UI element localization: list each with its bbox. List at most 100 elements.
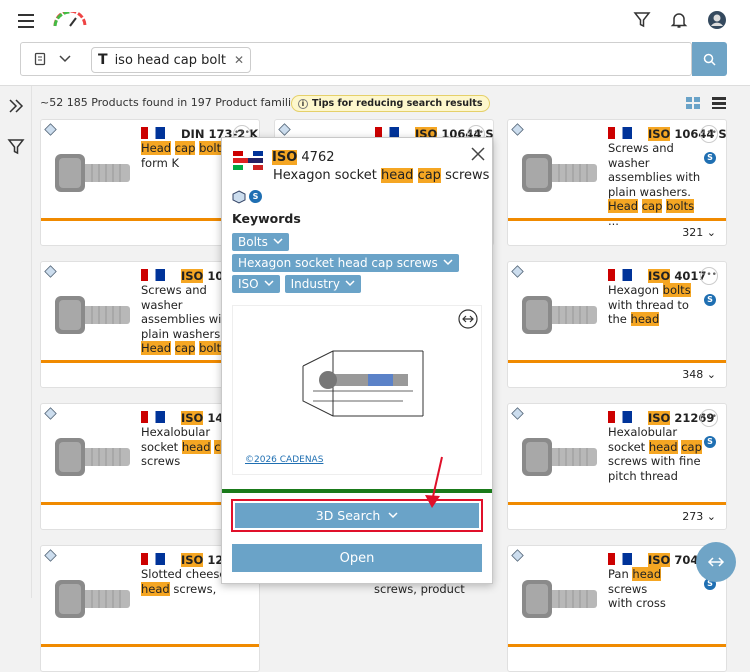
standard-label: ISO <box>181 553 204 567</box>
close-icon[interactable]: ✕ <box>234 53 244 67</box>
standard-label: ISO <box>181 269 204 283</box>
card-line: Hexagon bolts <box>608 283 703 298</box>
product-card[interactable]: ISO 7045 HPan head screwswith cross•••S <box>507 545 727 672</box>
left-sidebar <box>0 86 32 598</box>
card-text: assemblies with <box>141 312 234 326</box>
s-badge-icon: S <box>704 294 716 306</box>
search-button[interactable] <box>692 42 727 76</box>
desc-text: screws <box>440 168 490 183</box>
orange-divider <box>41 644 259 647</box>
search-bar: T iso head cap bolt ✕ <box>0 40 750 86</box>
keyword-tag-label: Bolts <box>238 235 268 249</box>
standard-label: ISO <box>648 269 671 283</box>
compare-icon[interactable] <box>458 309 478 329</box>
card-line: pitch thread <box>608 469 703 484</box>
chevron-down-icon[interactable] <box>59 54 71 64</box>
product-detail-popup: ISO 4762 Hexagon socket head cap screws … <box>221 137 493 584</box>
variant-count[interactable]: 321 ⌄ <box>682 226 716 239</box>
card-title: ISO 4017 <box>648 269 706 284</box>
variant-count[interactable]: 273 ⌄ <box>682 510 716 523</box>
orange-divider <box>508 502 726 505</box>
country-flags <box>608 411 632 423</box>
3d-search-label: 3D Search <box>315 508 381 523</box>
card-text: assemblies with <box>608 170 701 184</box>
product-thumbnail <box>55 580 130 618</box>
card-text: with thread to <box>608 297 689 312</box>
card-text: Pan <box>608 567 633 581</box>
s-badge-icon: S <box>704 152 716 164</box>
card-text: screws, <box>169 581 217 596</box>
desc-text: Hexagon socket <box>273 168 381 183</box>
standard-label: ISO <box>272 150 298 165</box>
card-line: Hexalobular <box>608 425 703 440</box>
country-flags <box>141 553 165 565</box>
more-options-button[interactable]: ••• <box>700 267 718 285</box>
filter-icon[interactable] <box>7 138 25 156</box>
grid-view-icon[interactable] <box>686 97 700 109</box>
search-icon <box>703 53 716 66</box>
keyword-tag-label: Industry <box>290 277 340 291</box>
product-thumbnail <box>522 438 597 476</box>
tips-label: Tips for reducing search results <box>312 98 483 109</box>
top-bar <box>0 0 750 40</box>
card-line: washer <box>608 156 703 171</box>
standard-label: ISO <box>648 553 671 567</box>
keyword-tag[interactable]: ISO <box>232 275 280 293</box>
card-text: form K <box>141 155 180 170</box>
country-flags <box>608 269 632 281</box>
card-info: ISO 4017 Hexagon bolts with thread to the h… <box>608 269 706 327</box>
country-flags <box>608 553 632 565</box>
more-options-button[interactable]: ••• <box>700 125 718 143</box>
card-info: ISO 10644 S4Screws andwasherassemblies w… <box>608 127 726 228</box>
hamburger-icon[interactable] <box>18 14 34 32</box>
card-text: head <box>630 312 660 326</box>
card-text: head <box>648 439 678 454</box>
product-card[interactable]: ISO 10644 S4Screws andwasherassemblies w… <box>507 119 727 246</box>
card-text: head <box>181 439 211 454</box>
copyright-link[interactable]: ©2026 CADENAS <box>245 455 323 465</box>
results-count: ~52 185 Products found in 197 Product fa… <box>40 96 304 109</box>
tips-badge[interactable]: i Tips for reducing search results <box>291 95 490 112</box>
technical-drawing-image <box>302 350 424 417</box>
card-info: ISO 21269 Hexalobular socket head cap screw… <box>608 411 714 484</box>
keyword-tag[interactable]: Hexagon socket head cap screws <box>232 254 459 272</box>
card-line: with thread to <box>608 298 703 313</box>
product-card[interactable]: ISO 4017 Hexagon bolts with thread to the h… <box>507 261 727 388</box>
bell-icon[interactable] <box>670 11 688 29</box>
open-button[interactable]: Open <box>232 544 482 572</box>
chevron-down-icon <box>443 259 453 266</box>
filter-icon[interactable] <box>633 11 651 29</box>
close-icon[interactable] <box>471 147 485 161</box>
preview-image: ©2026 CADENAS <box>232 305 482 475</box>
card-line: Head cap bolts ... <box>608 199 703 228</box>
product-card[interactable]: ISO 21269 Hexalobular socket head cap screw… <box>507 403 727 530</box>
variant-count[interactable]: 348 ⌄ <box>682 368 716 381</box>
keyword-tags: Bolts Hexagon socket head cap screws ISO In… <box>232 233 487 296</box>
keyword-tag[interactable]: Industry <box>284 275 361 293</box>
list-view-icon[interactable] <box>712 97 726 109</box>
card-text: screws with fine <box>608 454 701 468</box>
country-flags <box>141 127 165 139</box>
compare-icon <box>707 557 725 567</box>
catalog-icon[interactable] <box>33 52 47 66</box>
text-type-icon: T <box>98 52 108 68</box>
card-text: Hexagon <box>608 283 663 297</box>
card-text: the <box>608 312 631 326</box>
card-text: screws <box>141 454 181 468</box>
orange-divider <box>508 644 726 647</box>
divider-bar <box>222 489 492 493</box>
card-line: Pan head screws <box>608 567 703 596</box>
card-text: head <box>632 567 662 581</box>
compare-fab[interactable] <box>696 542 736 582</box>
card-text: cap <box>174 341 196 355</box>
chevron-down-icon <box>345 280 355 287</box>
expand-double-chevron-icon[interactable] <box>8 98 24 114</box>
keyword-tag-label: ISO <box>238 277 259 291</box>
product-thumbnail <box>55 438 130 476</box>
search-input[interactable]: T iso head cap bolt ✕ <box>20 42 692 76</box>
more-options-button[interactable]: ••• <box>700 409 718 427</box>
open-label: Open <box>339 550 375 566</box>
keyword-tag[interactable]: Bolts <box>232 233 289 251</box>
query-chip[interactable]: T iso head cap bolt ✕ <box>91 47 252 73</box>
avatar-icon[interactable] <box>707 10 727 30</box>
